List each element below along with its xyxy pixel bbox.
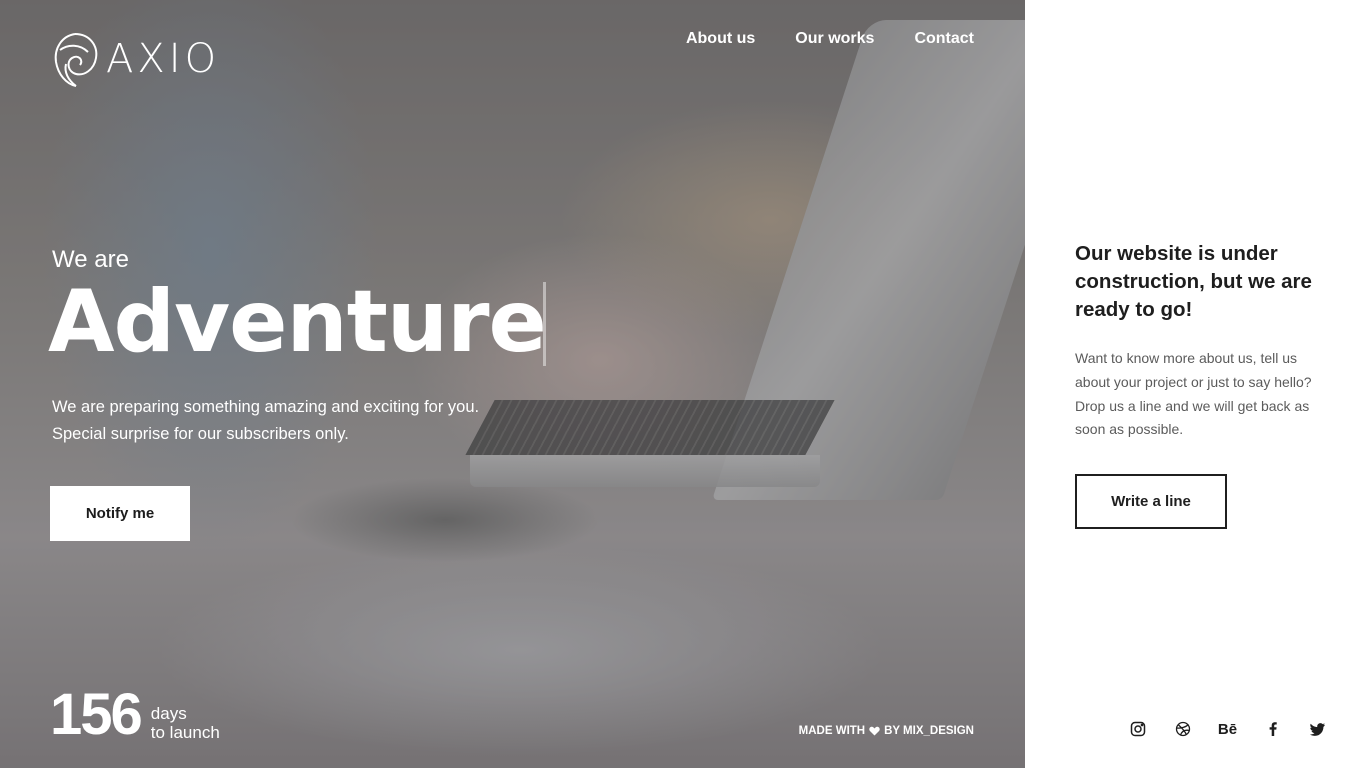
main-nav: About us Our works Contact xyxy=(686,30,974,48)
social-dribbble[interactable] xyxy=(1160,718,1205,740)
credits: MADE WITH BY MIX_DESIGN xyxy=(799,725,974,737)
instagram-icon xyxy=(1130,721,1145,737)
shell-logo-icon xyxy=(54,33,98,87)
social-behance[interactable]: Bē xyxy=(1205,718,1250,740)
social-twitter[interactable] xyxy=(1295,718,1340,740)
hero-subtitle: We are preparing something amazing and e… xyxy=(52,394,479,448)
hero-section: AXIO About us Our works Contact We are A… xyxy=(0,0,1025,768)
write-a-line-button[interactable]: Write a line xyxy=(1075,474,1227,529)
countdown-suffix: to launch xyxy=(150,723,220,742)
facebook-icon xyxy=(1269,722,1277,736)
nav-our-works[interactable]: Our works xyxy=(795,30,874,48)
panel-title: Our website is under construction, but w… xyxy=(1075,242,1312,321)
hero-headline: Adventure xyxy=(48,272,547,372)
contact-panel: Our website is under construction, but w… xyxy=(1025,0,1366,768)
behance-icon: Bē xyxy=(1217,720,1238,738)
hero-subtitle-line-2: Special surprise for our subscribers onl… xyxy=(52,425,349,443)
social-facebook[interactable] xyxy=(1250,718,1295,740)
panel-text: Want to know more about us, tell us abou… xyxy=(1075,350,1312,438)
countdown: 156 days to launch xyxy=(50,686,220,744)
countdown-unit: days xyxy=(150,704,187,723)
credits-suffix[interactable]: BY MIX_DESIGN xyxy=(884,725,974,737)
typing-cursor xyxy=(543,282,546,366)
heart-icon xyxy=(869,726,880,736)
credits-prefix: MADE WITH xyxy=(798,725,866,737)
hero-overlay xyxy=(0,0,1025,768)
page: AXIO About us Our works Contact We are A… xyxy=(0,0,1366,768)
hero-subtitle-line-1: We are preparing something amazing and e… xyxy=(52,398,480,416)
hero-intro: We are xyxy=(52,246,129,273)
dribbble-icon xyxy=(1175,721,1190,737)
brand-logo-link[interactable]: AXIO xyxy=(50,30,220,88)
nav-about-us[interactable]: About us xyxy=(686,30,755,48)
countdown-number: 156 xyxy=(50,682,143,747)
brand-name: AXIO xyxy=(106,36,221,82)
countdown-label: days to launch xyxy=(151,704,220,742)
nav-contact[interactable]: Contact xyxy=(914,30,974,48)
social-instagram[interactable] xyxy=(1115,718,1160,740)
notify-me-button[interactable]: Notify me xyxy=(50,486,190,541)
social-links: Bē xyxy=(1115,718,1340,740)
twitter-icon xyxy=(1309,723,1325,736)
